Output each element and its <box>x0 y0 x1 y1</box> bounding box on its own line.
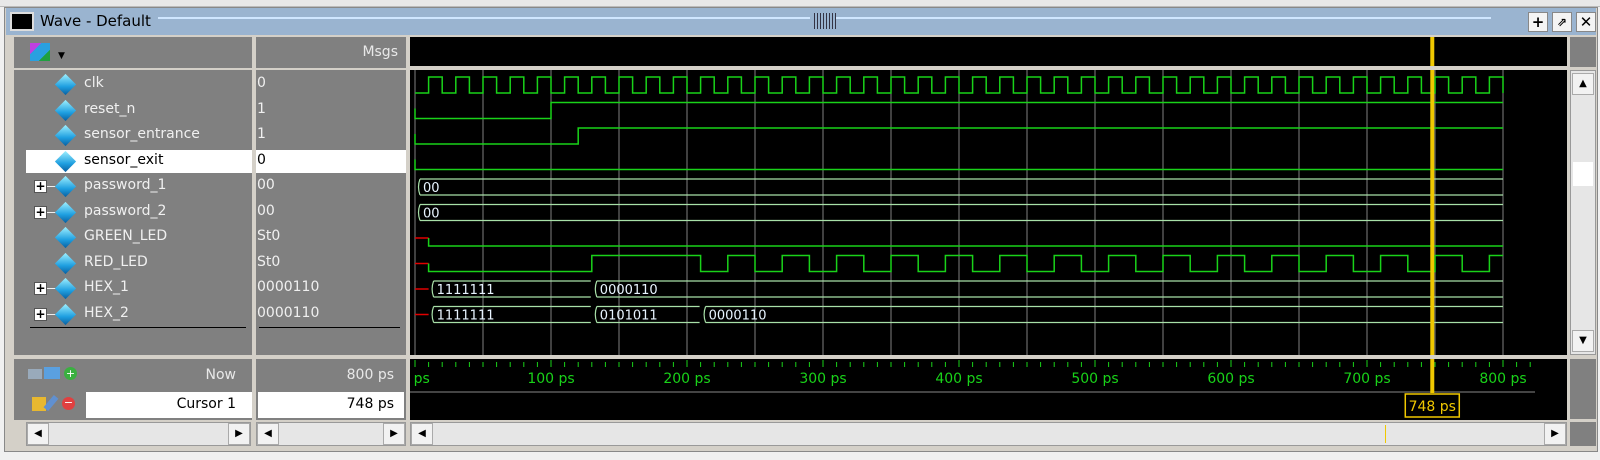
vscroll-top-corner <box>1570 37 1596 67</box>
msgs-label: Msgs <box>362 44 398 60</box>
timeline-bg <box>410 359 1567 420</box>
add-wave-icon[interactable] <box>30 43 50 61</box>
wave-header-bg <box>410 37 1567 66</box>
time-label: 800 ps <box>1479 371 1526 387</box>
wave-hscrollbar[interactable]: ◀ ▶ <box>410 422 1567 446</box>
vscroll-bottom-corner <box>1570 359 1596 419</box>
top-strip <box>0 0 1600 7</box>
time-label: 700 ps <box>1343 371 1390 387</box>
insertion-line <box>30 327 246 328</box>
close-button[interactable]: ✕ <box>1576 12 1596 32</box>
add-cursor-icon[interactable]: + <box>64 367 77 380</box>
cursor-values-pane: 800 ps 748 ps <box>256 359 406 420</box>
delete-cursor-icon[interactable]: − <box>62 397 75 410</box>
scroll-left-icon[interactable]: ◀ <box>27 423 49 445</box>
cursor-name-field[interactable]: Cursor 1 <box>86 392 252 418</box>
cursor-icon[interactable] <box>28 369 42 379</box>
cursor-scroll-marker <box>1385 425 1386 443</box>
signal-name[interactable]: sensor_entrance <box>84 126 200 142</box>
expand-icon[interactable]: + <box>34 205 47 219</box>
bus-value-label: 00 <box>423 181 440 196</box>
values-hscrollbar[interactable]: ◀ ▶ <box>256 422 406 446</box>
time-label: 400 ps <box>935 371 982 387</box>
scroll-left-icon[interactable]: ◀ <box>411 423 433 445</box>
signal-value: 1 <box>257 100 266 117</box>
cursor-settings-icon[interactable] <box>44 367 60 379</box>
time-label: 100 ps <box>527 371 574 387</box>
signal-value: 1 <box>257 126 266 142</box>
lock-icon[interactable] <box>32 397 46 411</box>
signal-name[interactable]: RED_LED <box>84 254 148 270</box>
signal-name[interactable]: HEX_1 <box>84 279 129 295</box>
signal-name[interactable]: clk <box>84 75 104 91</box>
maximize-button[interactable]: + <box>1528 12 1548 32</box>
bus-value-label: 00 <box>423 207 440 222</box>
scroll-up-icon[interactable]: ▲ <box>1572 73 1594 95</box>
signal-value: 0000110 <box>257 279 320 295</box>
dropdown-arrow-icon[interactable]: ▼ <box>58 51 65 61</box>
signal-value: St0 <box>257 253 281 270</box>
scroll-right-icon[interactable]: ▶ <box>1544 423 1566 445</box>
cursor-flag-label: 748 ps <box>1409 399 1456 415</box>
bus-value-label: 0101011 <box>600 309 658 324</box>
signal-value: 0 <box>257 75 266 91</box>
bus-value-label: 1111111 <box>437 309 495 324</box>
bus-value-label: 1111111 <box>437 283 495 298</box>
signal-name[interactable]: password_2 <box>84 203 166 219</box>
title-grip-right <box>836 17 1491 19</box>
time-label: 300 ps <box>799 371 846 387</box>
title-bar[interactable] <box>6 8 1596 35</box>
scroll-down-icon[interactable]: ▼ <box>1572 330 1594 352</box>
bus-value-label: 0000110 <box>600 283 658 298</box>
cursor-line-timeline <box>1430 359 1435 393</box>
signal-value: 0 <box>257 151 266 168</box>
waveform-pane[interactable]: 00 00 1111111 0000110 1111111 0101011 0000110 0… <box>410 37 1567 420</box>
time-label: 600 ps <box>1207 371 1254 387</box>
window-title: Wave - Default <box>40 12 151 30</box>
signal-name[interactable]: HEX_2 <box>84 305 129 321</box>
wave-area-bg <box>410 70 1567 355</box>
title-grip-left <box>158 17 810 19</box>
cursor-value-field[interactable]: 748 ps <box>258 392 404 418</box>
scroll-corner <box>1570 422 1596 446</box>
signal-value: 00 <box>257 177 275 193</box>
names-hscrollbar[interactable]: ◀ ▶ <box>26 422 251 446</box>
wave-window-icon <box>10 12 34 31</box>
signal-name[interactable]: password_1 <box>84 177 166 193</box>
cursor-line-header <box>1430 37 1435 66</box>
names-header: ▼ <box>14 37 252 68</box>
expand-icon[interactable]: + <box>34 307 47 321</box>
now-label: Now <box>205 367 237 383</box>
expand-icon[interactable]: + <box>34 282 47 295</box>
scroll-right-icon[interactable]: ▶ <box>228 423 250 445</box>
signal-value: St0 <box>257 228 281 244</box>
signal-name[interactable]: GREEN_LED <box>84 228 167 244</box>
scroll-left-icon[interactable]: ◀ <box>257 423 279 445</box>
cursor-names-pane: + Now − Cursor 1 <box>14 359 252 420</box>
clk-wave <box>415 76 1504 94</box>
signal-value: 00 <box>257 202 275 219</box>
scroll-right-icon[interactable]: ▶ <box>383 423 405 445</box>
time-label: 0 ps <box>410 371 430 387</box>
now-value: 800 ps <box>346 367 394 383</box>
cursor-name: Cursor 1 <box>176 396 236 412</box>
cursor-value: 748 ps <box>346 396 394 412</box>
signal-value: 0000110 <box>257 304 320 321</box>
bus-value-label: 0000110 <box>709 309 767 324</box>
wave-vscrollbar[interactable]: ▲ ▼ <box>1570 70 1596 355</box>
signal-name[interactable]: reset_n <box>84 101 135 117</box>
time-label: 200 ps <box>663 371 710 387</box>
time-label: 500 ps <box>1071 371 1118 387</box>
expand-icon[interactable]: + <box>34 180 47 193</box>
drag-handle-icon[interactable] <box>812 13 836 29</box>
cursor-line <box>1430 70 1435 355</box>
vscroll-thumb[interactable] <box>1573 162 1593 186</box>
values-header: Msgs <box>256 37 406 68</box>
selected-value-highlight <box>256 149 406 173</box>
insertion-line-values <box>259 327 400 328</box>
undock-button[interactable]: ⇗ <box>1552 12 1572 32</box>
signal-name[interactable]: sensor_exit <box>84 152 163 168</box>
